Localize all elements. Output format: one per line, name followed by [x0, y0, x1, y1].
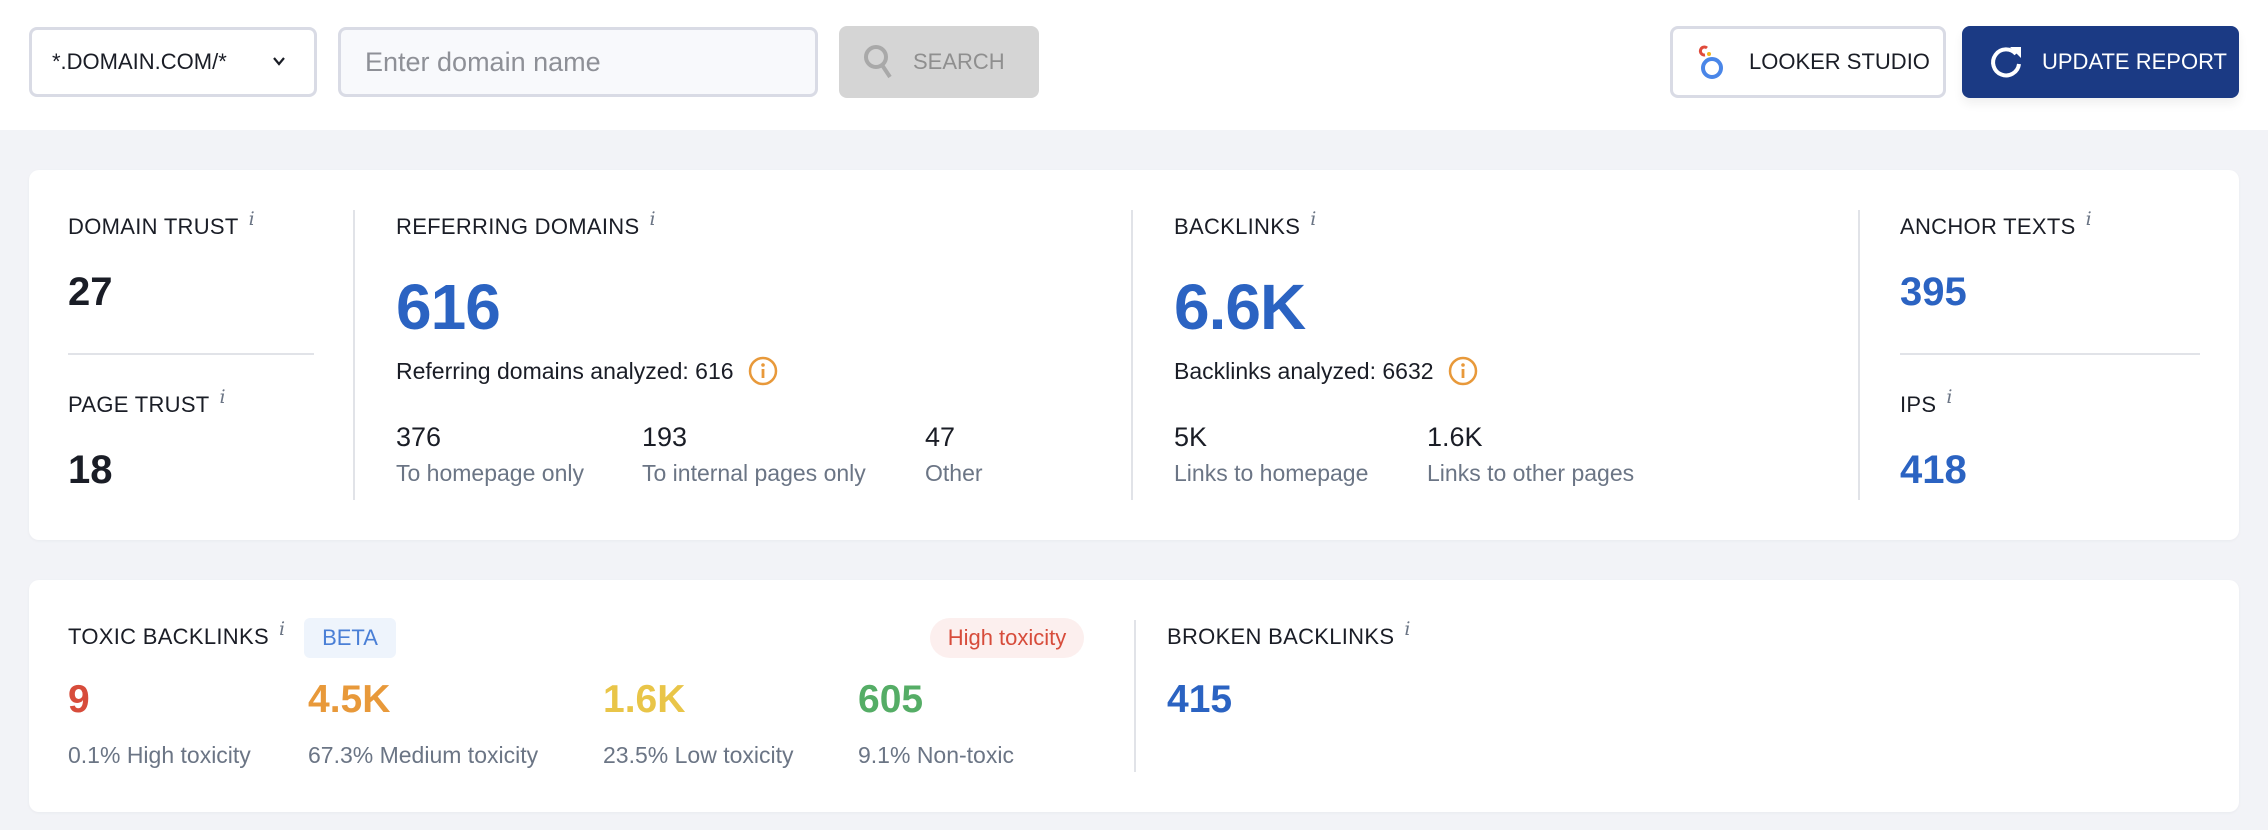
links-to-other-pages-label: Links to other pages: [1427, 460, 1635, 486]
referring-domains-value[interactable]: 616: [396, 270, 501, 344]
domain-trust-value: 27: [68, 270, 113, 314]
broken-backlinks-label: BROKEN BACKLINKS i: [1167, 618, 1411, 649]
referring-domains-label: REFERRING DOMAINS i: [396, 208, 656, 239]
internal-pages-label: To internal pages only: [642, 460, 866, 486]
warning-info-icon[interactable]: [748, 356, 778, 386]
refresh-icon: [1991, 47, 2021, 78]
links-to-homepage-count[interactable]: 5K: [1174, 422, 1207, 453]
warning-info-icon[interactable]: [1448, 356, 1478, 386]
domain-scope-select[interactable]: *.DOMAIN.COM/*: [29, 27, 317, 97]
info-icon[interactable]: i: [1404, 618, 1410, 640]
backlinks-value[interactable]: 6.6K: [1174, 270, 1306, 344]
top-bar: *.DOMAIN.COM/* SEARCH LOOKER STUDIO UPDA…: [0, 0, 2268, 130]
toxic-broken-card: TOXIC BACKLINKS i BETA High toxicity 9 0.…: [29, 580, 2239, 812]
search-icon: [864, 45, 892, 79]
low-toxicity-count[interactable]: 1.6K: [603, 678, 685, 722]
divider: [353, 210, 355, 500]
search-button-label: SEARCH: [913, 49, 1005, 74]
toxic-backlinks-label: TOXIC BACKLINKS i: [68, 618, 286, 649]
referring-domains-analyzed: Referring domains analyzed: 616: [396, 356, 778, 386]
info-icon[interactable]: i: [220, 386, 226, 408]
info-icon[interactable]: i: [279, 618, 285, 640]
other-label: Other: [925, 460, 983, 486]
page-trust-label: PAGE TRUST i: [68, 386, 226, 417]
info-icon[interactable]: i: [1310, 208, 1316, 230]
medium-toxicity-count[interactable]: 4.5K: [308, 678, 390, 722]
divider: [1858, 210, 1860, 500]
non-toxic-label: 9.1% Non-toxic: [858, 742, 1014, 768]
looker-studio-icon: [1698, 45, 1723, 79]
divider: [68, 353, 314, 355]
high-toxicity-label: 0.1% High toxicity: [68, 742, 251, 768]
info-icon[interactable]: i: [649, 208, 655, 230]
toxicity-status-badge: High toxicity: [930, 618, 1084, 658]
high-toxicity-count[interactable]: 9: [68, 678, 90, 722]
overview-card: DOMAIN TRUST i 27 PAGE TRUST i 18 REFERRIN…: [29, 170, 2239, 540]
divider: [1900, 353, 2200, 355]
divider: [1134, 620, 1136, 772]
ips-label: IPS i: [1900, 386, 1953, 417]
domain-input[interactable]: [338, 27, 818, 97]
page-trust-value: 18: [68, 448, 113, 492]
non-toxic-count[interactable]: 605: [858, 678, 923, 722]
update-report-label: UPDATE REPORT: [2042, 49, 2227, 74]
info-icon[interactable]: i: [1946, 386, 1952, 408]
links-to-homepage-label: Links to homepage: [1174, 460, 1369, 486]
domain-trust-label: DOMAIN TRUST i: [68, 208, 256, 239]
beta-badge: BETA: [304, 618, 396, 658]
anchor-texts-label: ANCHOR TEXTS i: [1900, 208, 2092, 239]
broken-backlinks-value[interactable]: 415: [1167, 678, 1232, 722]
search-button[interactable]: SEARCH: [839, 26, 1039, 98]
low-toxicity-label: 23.5% Low toxicity: [603, 742, 794, 768]
backlinks-label: BACKLINKS i: [1174, 208, 1317, 239]
looker-studio-button[interactable]: LOOKER STUDIO: [1670, 26, 1946, 98]
info-icon[interactable]: i: [2086, 208, 2092, 230]
looker-studio-label: LOOKER STUDIO: [1749, 49, 1930, 74]
chevron-down-icon: [273, 57, 285, 66]
homepage-only-count[interactable]: 376: [396, 422, 441, 453]
info-icon[interactable]: i: [249, 208, 255, 230]
divider: [1131, 210, 1133, 500]
ips-value[interactable]: 418: [1900, 448, 1967, 493]
links-to-other-pages-count[interactable]: 1.6K: [1427, 422, 1483, 453]
domain-scope-value: *.DOMAIN.COM/*: [52, 49, 227, 74]
update-report-button[interactable]: UPDATE REPORT: [1962, 26, 2239, 98]
internal-pages-count[interactable]: 193: [642, 422, 687, 453]
backlinks-analyzed: Backlinks analyzed: 6632: [1174, 356, 1478, 386]
homepage-only-label: To homepage only: [396, 460, 584, 486]
anchor-texts-value[interactable]: 395: [1900, 270, 1967, 315]
other-count[interactable]: 47: [925, 422, 955, 453]
medium-toxicity-label: 67.3% Medium toxicity: [308, 742, 539, 768]
